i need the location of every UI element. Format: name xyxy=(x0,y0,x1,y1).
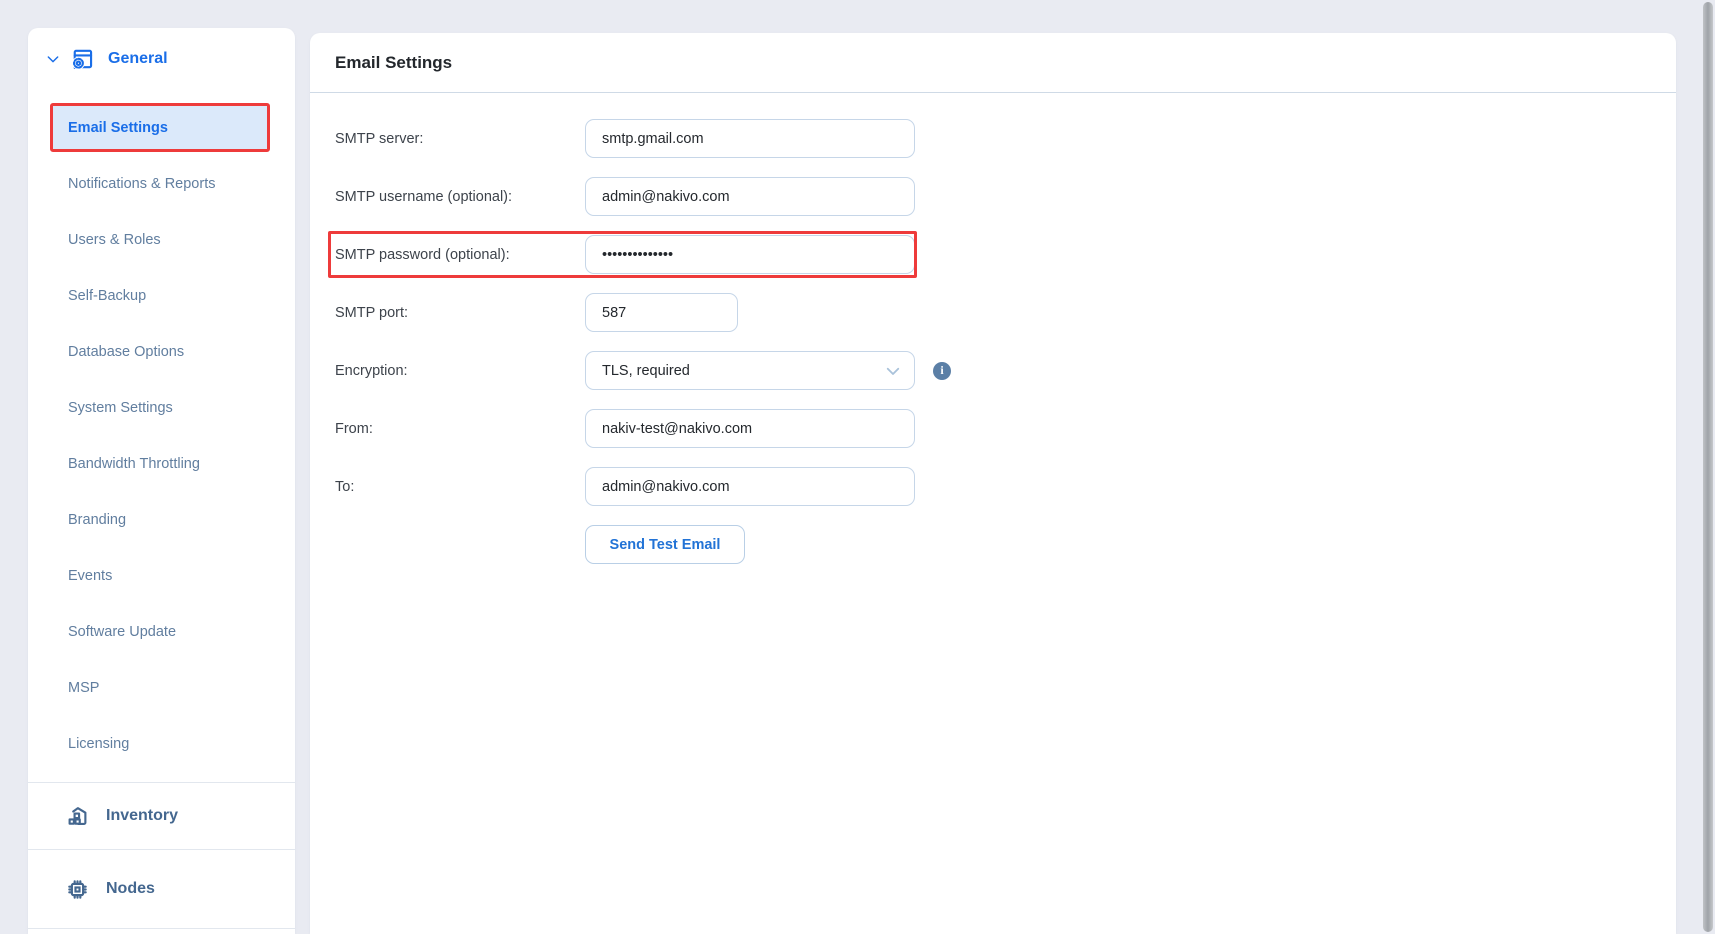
sidebar-item-label: Notifications & Reports xyxy=(68,176,215,192)
sidebar-section-general-label: General xyxy=(108,50,168,68)
inventory-house-icon xyxy=(64,803,91,830)
sidebar-item-notifications-reports[interactable]: Notifications & Reports xyxy=(28,156,295,212)
button-row: Send Test Email xyxy=(310,525,1676,564)
sidebar-item-label: Software Update xyxy=(68,624,176,640)
smtp-password-input[interactable] xyxy=(585,235,915,274)
sidebar-item-label: Branding xyxy=(68,512,126,528)
sidebar-section-general[interactable]: General xyxy=(28,28,295,90)
sidebar-item-email-settings[interactable]: Email Settings xyxy=(50,103,270,152)
sidebar-item-software-update[interactable]: Software Update xyxy=(28,604,295,660)
sidebar-section-nodes-label: Nodes xyxy=(106,880,155,898)
from-input[interactable] xyxy=(585,409,915,448)
cpu-chip-icon xyxy=(64,876,91,903)
gear-window-icon xyxy=(68,46,95,73)
smtp-username-input[interactable] xyxy=(585,177,915,216)
sidebar-item-system-settings[interactable]: System Settings xyxy=(28,380,295,436)
sidebar-section-inventory-label: Inventory xyxy=(106,807,178,825)
smtp-server-label: SMTP server: xyxy=(335,131,585,147)
sidebar-item-msp[interactable]: MSP xyxy=(28,660,295,716)
sidebar-item-label: Events xyxy=(68,568,112,584)
smtp-server-row: SMTP server: xyxy=(310,119,1676,158)
page-title-text: Email Settings xyxy=(335,53,452,73)
from-row: From: xyxy=(310,409,1676,448)
chevron-down-icon[interactable] xyxy=(45,51,61,67)
info-icon[interactable]: i xyxy=(933,362,951,380)
to-input[interactable] xyxy=(585,467,915,506)
scrollbar-thumb[interactable] xyxy=(1703,2,1713,932)
to-row: To: xyxy=(310,467,1676,506)
sidebar-item-branding[interactable]: Branding xyxy=(28,492,295,548)
sidebar-item-bandwidth-throttling[interactable]: Bandwidth Throttling xyxy=(28,436,295,492)
sidebar-item-label: Self-Backup xyxy=(68,288,146,304)
chevron-down-icon xyxy=(884,362,902,380)
sidebar-item-label: Database Options xyxy=(68,344,184,360)
sidebar-section-inventory[interactable]: Inventory xyxy=(28,783,295,849)
sidebar-item-events[interactable]: Events xyxy=(28,548,295,604)
email-settings-form: SMTP server: SMTP username (optional): S… xyxy=(310,93,1676,564)
encryption-row: Encryption: TLS, required i xyxy=(310,351,1676,390)
smtp-port-input[interactable] xyxy=(585,293,738,332)
email-settings-panel: Email Settings SMTP server: SMTP usernam… xyxy=(310,33,1676,934)
settings-sidebar: General Email Settings Notifications & R… xyxy=(28,28,295,934)
send-test-email-button[interactable]: Send Test Email xyxy=(585,525,745,564)
encryption-select[interactable]: TLS, required xyxy=(585,351,915,390)
from-label: From: xyxy=(335,421,585,437)
smtp-port-row: SMTP port: xyxy=(310,293,1676,332)
sidebar-item-users-roles[interactable]: Users & Roles xyxy=(28,212,295,268)
vertical-scrollbar[interactable] xyxy=(1701,0,1715,934)
sidebar-item-self-backup[interactable]: Self-Backup xyxy=(28,268,295,324)
smtp-username-row: SMTP username (optional): xyxy=(310,177,1676,216)
encryption-selected-value: TLS, required xyxy=(602,363,690,379)
sidebar-item-label: System Settings xyxy=(68,400,173,416)
smtp-password-label: SMTP password (optional): xyxy=(335,247,585,263)
smtp-port-label: SMTP port: xyxy=(335,305,585,321)
sidebar-item-label: Email Settings xyxy=(68,120,168,136)
to-label: To: xyxy=(335,479,585,495)
encryption-label: Encryption: xyxy=(335,363,585,379)
smtp-password-row: SMTP password (optional): xyxy=(310,235,1676,274)
sidebar-item-database-options[interactable]: Database Options xyxy=(28,324,295,380)
sidebar-item-list: Notifications & Reports Users & Roles Se… xyxy=(28,156,295,772)
page-title: Email Settings xyxy=(310,33,1676,93)
sidebar-item-label: Licensing xyxy=(68,736,129,752)
sidebar-item-label: Users & Roles xyxy=(68,232,161,248)
sidebar-section-nodes[interactable]: Nodes xyxy=(28,850,295,928)
sidebar-item-label: Bandwidth Throttling xyxy=(68,456,200,472)
sidebar-item-label: MSP xyxy=(68,680,99,696)
smtp-server-input[interactable] xyxy=(585,119,915,158)
sidebar-item-licensing[interactable]: Licensing xyxy=(28,716,295,772)
sidebar-divider xyxy=(28,928,295,929)
smtp-username-label: SMTP username (optional): xyxy=(335,189,585,205)
